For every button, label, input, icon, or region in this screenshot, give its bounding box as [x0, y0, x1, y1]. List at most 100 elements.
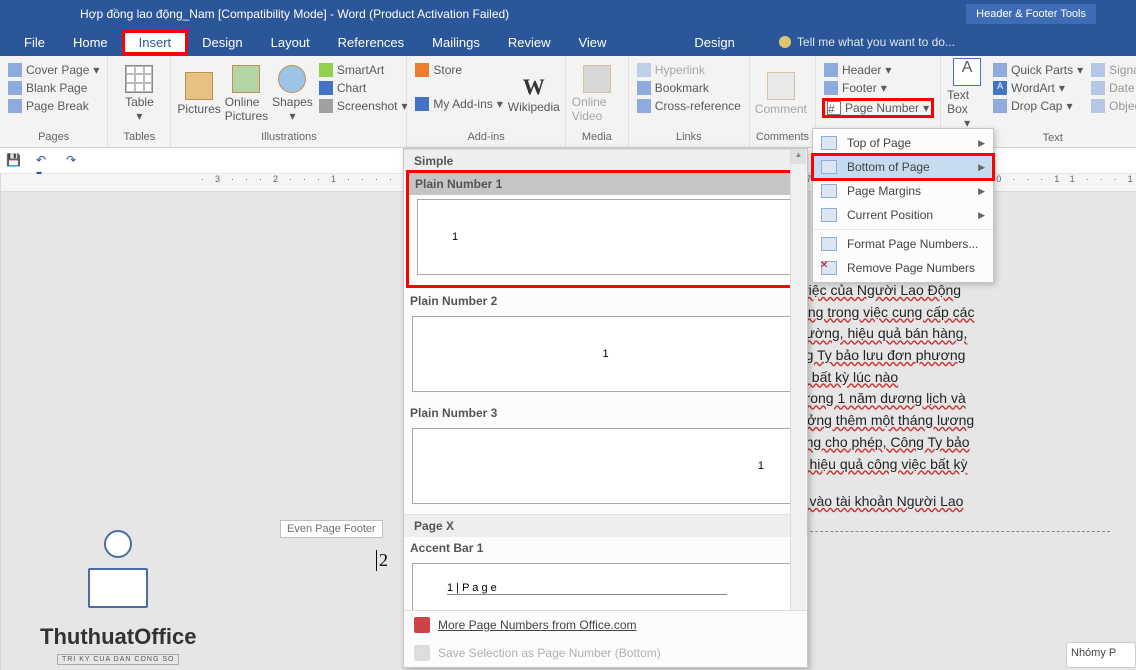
group-pages: Cover Page ▾ Blank Page Page Break Pages	[0, 56, 108, 147]
smartart-icon	[319, 63, 333, 77]
document-title: Hợp đồng lao động_Nam [Compatibility Mod…	[0, 7, 509, 21]
page-break-button[interactable]: Page Break	[6, 98, 101, 114]
signature-button[interactable]: Signatur	[1089, 62, 1136, 78]
blank-page-icon	[8, 81, 22, 95]
contextual-tools-label: Header & Footer Tools	[966, 4, 1096, 24]
quickparts-icon	[993, 63, 1007, 77]
ribbon-tabs: File Home Insert Design Layout Reference…	[0, 28, 1136, 56]
tab-layout[interactable]: Layout	[257, 31, 324, 54]
even-page-footer-label: Even Page Footer	[280, 520, 383, 538]
chart-button[interactable]: Chart	[317, 80, 410, 96]
screenshot-button[interactable]: Screenshot ▾	[317, 98, 410, 114]
online-pictures-button[interactable]: Online Pictures	[225, 58, 268, 129]
group-pages-label: Pages	[6, 129, 101, 145]
gallery-item-pn1[interactable]: Plain Number 1 1	[406, 170, 805, 288]
footer-button[interactable]: Footer ▾	[822, 80, 934, 96]
submenu-current-position[interactable]: Current Position▶	[813, 203, 993, 227]
smartart-button[interactable]: SmartArt	[317, 62, 410, 78]
submenu-page-margins[interactable]: Page Margins▶	[813, 179, 993, 203]
tab-mailings[interactable]: Mailings	[418, 31, 494, 54]
group-links: Hyperlink Bookmark Cross-reference Links	[629, 56, 750, 147]
cover-page-icon	[8, 63, 22, 77]
gallery-more-office[interactable]: More Page Numbers from Office.com	[404, 611, 807, 639]
tell-me[interactable]: Tell me what you want to do...	[779, 35, 955, 49]
tab-view[interactable]: View	[564, 31, 620, 54]
group-addins: Store My Add-ins ▾ WWikipedia Add-ins	[407, 56, 565, 147]
page-number-button[interactable]: #Page Number ▾	[822, 98, 934, 118]
header-icon	[824, 63, 838, 77]
object-button[interactable]: Object	[1089, 98, 1136, 114]
dropcap-button[interactable]: Drop Cap ▾	[991, 98, 1085, 114]
format-numbers-icon	[821, 237, 837, 251]
footer-icon	[824, 81, 838, 95]
wordart-icon: A	[993, 81, 1007, 95]
wikipedia-button[interactable]: WWikipedia	[509, 58, 559, 129]
title-bar: Hợp đồng lao động_Nam [Compatibility Mod…	[0, 0, 1136, 28]
group-tables-label: Tables	[114, 129, 164, 145]
submenu-separator	[813, 229, 993, 230]
cover-page-button[interactable]: Cover Page ▾	[6, 62, 101, 78]
textbox-button[interactable]: AText Box ▾	[947, 58, 987, 130]
tab-insert[interactable]: Insert	[122, 30, 189, 55]
comment-icon	[767, 72, 795, 100]
textbox-icon: A	[953, 58, 981, 86]
gallery-item-pn2[interactable]: Plain Number 2 1	[404, 290, 807, 392]
wordart-button[interactable]: AWordArt ▾	[991, 80, 1085, 96]
online-pictures-icon	[232, 65, 260, 93]
group-media-label: Media	[572, 129, 622, 145]
bottom-page-icon	[821, 160, 837, 174]
submenu-remove-numbers[interactable]: ✕ Remove Page Numbers	[813, 256, 993, 280]
gallery-item-pn3[interactable]: Plain Number 3 1	[404, 402, 807, 504]
group-comments-label: Comments	[756, 129, 809, 145]
quickparts-button[interactable]: Quick Parts ▾	[991, 62, 1085, 78]
gallery-scrollbar[interactable]: ▲ ▼	[790, 150, 806, 610]
gallery-item-accent1[interactable]: Accent Bar 1 1 | P a g e	[404, 537, 807, 610]
submenu-bottom-of-page[interactable]: Bottom of Page▶	[813, 155, 993, 179]
signature-icon	[1091, 63, 1105, 77]
group-addins-label: Add-ins	[413, 129, 558, 145]
header-button[interactable]: Header ▾	[822, 62, 934, 78]
store-icon	[415, 63, 429, 77]
save-icon[interactable]: 💾	[6, 153, 22, 169]
chart-icon	[319, 81, 333, 95]
datetime-button[interactable]: Date & T	[1089, 80, 1136, 96]
gallery-footer: More Page Numbers from Office.com Save S…	[404, 610, 807, 667]
page-number-submenu: Top of Page▶ Bottom of Page▶ Page Margin…	[812, 128, 994, 283]
group-links-label: Links	[635, 129, 743, 145]
crossref-button[interactable]: Cross-reference	[635, 98, 743, 114]
online-video-button[interactable]: Online Video	[572, 58, 622, 129]
scroll-up-icon[interactable]: ▲	[791, 150, 806, 164]
pictures-icon	[185, 72, 213, 100]
tab-file[interactable]: File	[10, 31, 59, 54]
redo-icon[interactable]: ↷	[66, 153, 82, 169]
logo-person-icon	[58, 530, 178, 620]
table-button[interactable]: Table ▾	[114, 58, 164, 129]
tab-references[interactable]: References	[324, 31, 418, 54]
myaddins-button[interactable]: My Add-ins ▾	[413, 96, 504, 112]
store-button[interactable]: Store	[413, 62, 504, 78]
submenu-format-numbers[interactable]: Format Page Numbers...	[813, 232, 993, 256]
chevron-right-icon: ▶	[978, 186, 985, 197]
table-icon	[125, 65, 153, 93]
comment-button[interactable]: Comment	[756, 58, 806, 129]
submenu-top-of-page[interactable]: Top of Page▶	[813, 131, 993, 155]
undo-icon[interactable]: ↶ ▾	[36, 153, 52, 169]
tab-home[interactable]: Home	[59, 31, 122, 54]
tab-hf-design[interactable]: Design	[680, 31, 748, 54]
hyperlink-button[interactable]: Hyperlink	[635, 62, 743, 78]
bookmark-button[interactable]: Bookmark	[635, 80, 743, 96]
page-number-gallery: Simple Plain Number 1 1 Plain Number 2 1…	[403, 148, 808, 668]
myaddins-icon	[415, 97, 429, 111]
logo-subtitle: TRI KY CUA DAN CONG SO	[57, 654, 180, 665]
blank-page-button[interactable]: Blank Page	[6, 80, 101, 96]
shapes-button[interactable]: Shapes ▾	[272, 58, 313, 129]
office-icon	[414, 617, 430, 633]
watermark-logo: ThuthuatOffice TRI KY CUA DAN CONG SO	[40, 530, 196, 665]
crossref-icon	[637, 99, 651, 113]
tab-design[interactable]: Design	[188, 31, 256, 54]
tab-review[interactable]: Review	[494, 31, 565, 54]
pictures-button[interactable]: Pictures	[177, 58, 220, 129]
popup-nhomy: Nhómy P	[1066, 642, 1136, 668]
document-body-text: g việc của Người Lao Động Động trong việ…	[790, 280, 1110, 532]
dropcap-icon	[993, 99, 1007, 113]
